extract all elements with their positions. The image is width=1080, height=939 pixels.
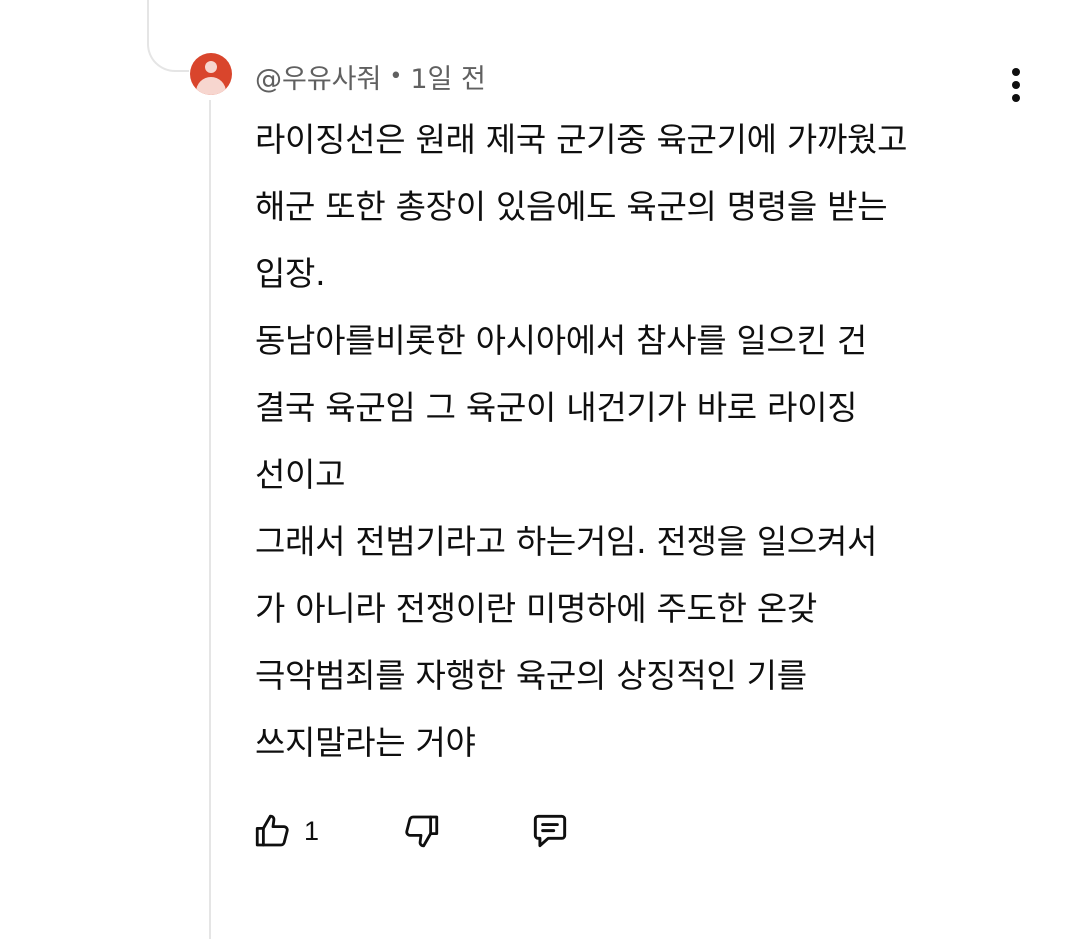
comment-header: @우유사줘 • 1일 전 xyxy=(255,57,486,96)
avatar-body-shape xyxy=(196,77,226,95)
comment-line: 가 아니라 전쟁이란 미명하에 주도한 온갖 xyxy=(255,589,817,628)
comment-line: 선이고 xyxy=(255,455,346,494)
more-vertical-icon[interactable] xyxy=(1002,66,1030,104)
comment-timestamp[interactable]: 1일 전 xyxy=(410,57,485,96)
thumbs-down-icon xyxy=(405,815,439,848)
thumbs-up-icon xyxy=(255,814,289,847)
header-separator: • xyxy=(389,63,403,89)
kebab-dot xyxy=(1012,68,1020,76)
author-name[interactable]: @우유사줘 xyxy=(255,57,381,96)
dislike-button[interactable] xyxy=(400,808,448,854)
comment-line: 그래서 전범기라고 하는거임. 전쟁을 일으켜서 xyxy=(255,522,878,561)
comment-line: 동남아를비롯한 아시아에서 참사를 일으킨 건 xyxy=(255,321,867,360)
comment-line: 라이징선은 원래 제국 군기중 육군기에 가까웠고 xyxy=(255,120,908,159)
like-count: 1 xyxy=(304,815,320,846)
default-avatar-icon xyxy=(205,61,217,73)
comment-line: 해군 또한 총장이 있음에도 육군의 명령을 받는 xyxy=(255,187,888,226)
comment-line: 쓰지말라는 거야 xyxy=(255,723,476,762)
thread-connector-curve xyxy=(147,0,189,72)
reply-button[interactable] xyxy=(528,808,576,854)
comment-line: 극악범죄를 자행한 육군의 상징적인 기를 xyxy=(255,656,807,695)
comment-thread: @우유사줘 • 1일 전 라이징선은 원래 제국 군기중 육군기에 가까웠고 해… xyxy=(0,0,1080,939)
comment-text: 라이징선은 원래 제국 군기중 육군기에 가까웠고 해군 또한 총장이 있음에도… xyxy=(255,106,1035,776)
like-button[interactable]: 1 xyxy=(252,808,332,854)
kebab-dot xyxy=(1012,81,1020,89)
kebab-dot xyxy=(1012,94,1020,102)
thread-connector-line xyxy=(209,100,211,939)
avatar[interactable] xyxy=(190,53,232,95)
reply-comment-icon xyxy=(533,814,567,848)
comment-line: 입장. xyxy=(255,254,326,293)
comment-line: 결국 육군임 그 육군이 내건기가 바로 라이징 xyxy=(255,388,858,427)
